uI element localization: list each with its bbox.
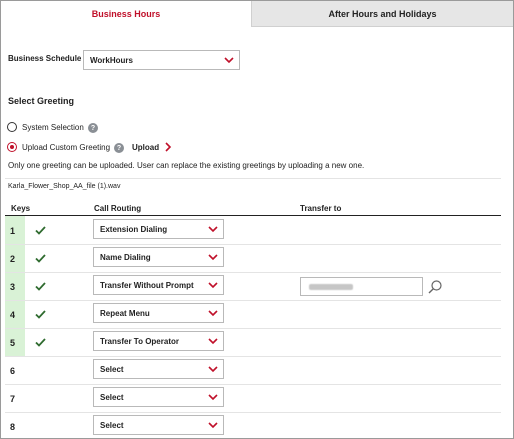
key-number: 8 [10,422,16,432]
business-schedule-label: Business Schedule [8,54,82,63]
chevron-down-icon [208,338,218,345]
keys-column-header: Keys [11,204,31,213]
check-icon [35,338,46,347]
business-schedule-select[interactable]: WorkHours [83,50,240,70]
call-routing-select[interactable]: Name Dialing [93,247,224,267]
call-routing-value: Select [100,392,124,402]
key-number: 4 [10,310,16,320]
row-divider [5,328,501,329]
select-greeting-heading: Select Greeting [8,96,75,106]
row-divider [5,412,501,413]
system-selection-label: System Selection [22,123,84,132]
row-divider [5,244,501,245]
key-number: 5 [10,338,16,348]
row-divider [5,300,501,301]
key-number: 3 [10,282,16,292]
chevron-down-icon [208,394,218,401]
upload-custom-greeting-label: Upload Custom Greeting [22,143,111,152]
tab-business-hours[interactable]: Business Hours [1,1,251,27]
divider [5,178,501,179]
call-routing-column-header: Call Routing [94,204,142,213]
call-routing-value: Select [100,364,124,374]
call-routing-value: Select [100,420,124,430]
tab-after-hours-holidays[interactable]: After Hours and Holidays [251,1,513,27]
call-routing-select[interactable]: Transfer To Operator [93,331,224,351]
check-icon [35,310,46,319]
chevron-down-icon [208,226,218,233]
chevron-down-icon [208,366,218,373]
greeting-file-name: Karla_Flower_Shop_AA_file (1).wav [8,183,121,190]
greeting-upload-note: Only one greeting can be uploaded. User … [8,161,365,170]
check-icon [35,282,46,291]
question-circle-icon[interactable]: ? [88,123,98,133]
tab-bar: Business Hours After Hours and Holidays [1,1,513,27]
transfer-to-input[interactable] [300,277,423,296]
call-routing-value: Name Dialing [100,252,151,262]
transfer-to-column-header: Transfer to [300,204,342,213]
call-routing-select[interactable]: Select [93,387,224,407]
chevron-down-icon [208,282,218,289]
key-number: 7 [10,394,16,404]
check-icon [35,254,46,263]
business-schedule-value: WorkHours [90,55,133,65]
upload-link[interactable]: Upload [132,143,159,152]
key-number: 2 [10,254,16,264]
row-divider [5,272,501,273]
call-routing-value: Extension Dialing [100,224,168,234]
row-divider [5,356,501,357]
chevron-down-icon [208,310,218,317]
table-header-divider [5,215,501,216]
call-routing-select[interactable]: Select [93,415,224,435]
search-icon[interactable] [427,279,443,295]
question-circle-icon[interactable]: ? [114,143,124,153]
upload-custom-greeting-radio[interactable] [7,142,17,152]
chevron-down-icon [224,57,234,64]
key-number: 1 [10,226,16,236]
call-routing-value: Transfer To Operator [100,336,179,346]
call-routing-select[interactable]: Transfer Without Prompt [93,275,224,295]
call-routing-value: Transfer Without Prompt [100,280,194,290]
redacted-phone-number [309,284,353,290]
row-divider [5,384,501,385]
chevron-down-icon [208,254,218,261]
chevron-right-icon[interactable] [164,142,172,152]
call-routing-value: Repeat Menu [100,308,150,318]
key-number: 6 [10,366,16,376]
check-icon [35,226,46,235]
call-routing-select[interactable]: Select [93,359,224,379]
chevron-down-icon [208,422,218,429]
auto-attendant-panel: Business Hours After Hours and Holidays … [0,0,514,439]
call-routing-select[interactable]: Repeat Menu [93,303,224,323]
system-selection-radio[interactable] [7,122,17,132]
call-routing-select[interactable]: Extension Dialing [93,219,224,239]
